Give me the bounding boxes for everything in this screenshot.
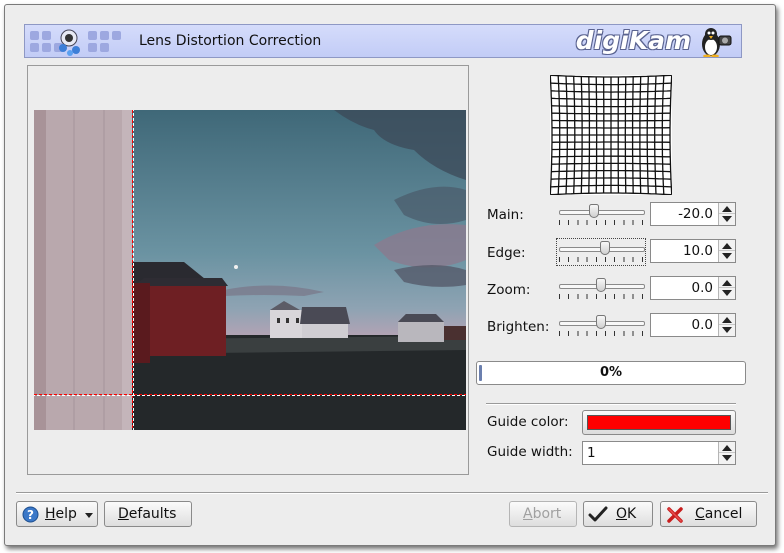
- guide-color-label: Guide color:: [487, 414, 569, 430]
- digikam-logo-text: digiKam: [575, 26, 691, 55]
- ok-label: OK: [616, 506, 637, 522]
- svg-text:?: ?: [27, 508, 34, 522]
- image-preview-panel[interactable]: [27, 65, 469, 475]
- cancel-button[interactable]: Cancel: [660, 501, 757, 527]
- edge-spinbox[interactable]: 10.0: [650, 239, 736, 263]
- grid-line: [551, 155, 671, 158]
- guide-color-swatch: [587, 415, 731, 430]
- edge-slider-thumb[interactable]: [599, 241, 610, 255]
- brighten-label: Brighten:: [487, 319, 550, 335]
- guide-width-spinbox[interactable]: 1: [582, 441, 736, 465]
- cancel-icon: [667, 507, 683, 523]
- penguin-camera-icon: [702, 28, 732, 57]
- bottom-separator: [16, 492, 768, 494]
- help-button[interactable]: ? Help: [16, 501, 98, 527]
- guide-color-button[interactable]: [582, 410, 736, 435]
- ok-button[interactable]: OK: [583, 501, 653, 527]
- guide-width-value[interactable]: 1: [587, 445, 596, 461]
- zoom-label: Zoom:: [487, 282, 531, 298]
- zoom-spinbox[interactable]: 0.0: [650, 276, 736, 300]
- zoom-slider-thumb[interactable]: [596, 278, 606, 292]
- dialog-header-banner: Lens Distortion Correction digiKam: [24, 24, 742, 58]
- plugin-icon: [30, 29, 130, 56]
- zoom-down-arrow-icon[interactable]: [722, 290, 732, 296]
- brighten-slider-thumb[interactable]: [596, 315, 606, 329]
- edge-up-arrow-icon[interactable]: [722, 243, 732, 249]
- main-down-arrow-icon[interactable]: [722, 216, 732, 222]
- guide-width-down-arrow-icon[interactable]: [722, 455, 732, 461]
- defaults-label: Defaults: [118, 506, 177, 522]
- brighten-up-arrow-icon[interactable]: [722, 317, 732, 323]
- guide-width-up-arrow-icon[interactable]: [722, 445, 732, 451]
- main-label: Main:: [487, 207, 524, 223]
- guide-width-label: Guide width:: [487, 444, 573, 460]
- dialog-title: Lens Distortion Correction: [139, 33, 322, 49]
- separator: [486, 403, 736, 405]
- progress-bar: 0%: [476, 361, 746, 385]
- dropdown-arrow-icon[interactable]: [85, 513, 93, 518]
- defaults-button[interactable]: Defaults: [104, 501, 192, 527]
- brighten-value[interactable]: 0.0: [692, 317, 713, 333]
- main-slider[interactable]: [557, 202, 645, 228]
- distortion-grid-preview: [549, 74, 673, 196]
- edge-label: Edge:: [487, 245, 526, 261]
- grid-line: [550, 74, 672, 78]
- main-up-arrow-icon[interactable]: [722, 206, 732, 212]
- main-spinbox[interactable]: -20.0: [650, 202, 736, 226]
- photo-preview[interactable]: [34, 110, 466, 430]
- cancel-label: Cancel: [695, 506, 743, 522]
- grid-line: [550, 192, 672, 196]
- help-icon: ?: [22, 506, 39, 523]
- brighten-slider[interactable]: [557, 313, 645, 339]
- grid-line: [669, 75, 673, 195]
- zoom-value[interactable]: 0.0: [692, 280, 713, 296]
- abort-label: Abort: [523, 506, 562, 522]
- edge-value[interactable]: 10.0: [683, 243, 713, 259]
- grid-line: [624, 76, 627, 194]
- help-label: Help: [45, 506, 77, 522]
- progress-text: 0%: [599, 365, 623, 380]
- zoom-slider[interactable]: [557, 276, 645, 302]
- edge-slider[interactable]: [556, 238, 646, 266]
- main-slider-thumb[interactable]: [588, 204, 599, 218]
- edge-down-arrow-icon[interactable]: [722, 253, 732, 259]
- zoom-up-arrow-icon[interactable]: [722, 280, 732, 286]
- main-value[interactable]: -20.0: [678, 206, 713, 222]
- grid-line: [549, 75, 553, 195]
- abort-button[interactable]: Abort: [509, 501, 577, 527]
- grid-line: [631, 76, 634, 194]
- brighten-spinbox[interactable]: 0.0: [650, 313, 736, 337]
- checkmark-icon: [588, 506, 608, 522]
- brighten-down-arrow-icon[interactable]: [722, 327, 732, 333]
